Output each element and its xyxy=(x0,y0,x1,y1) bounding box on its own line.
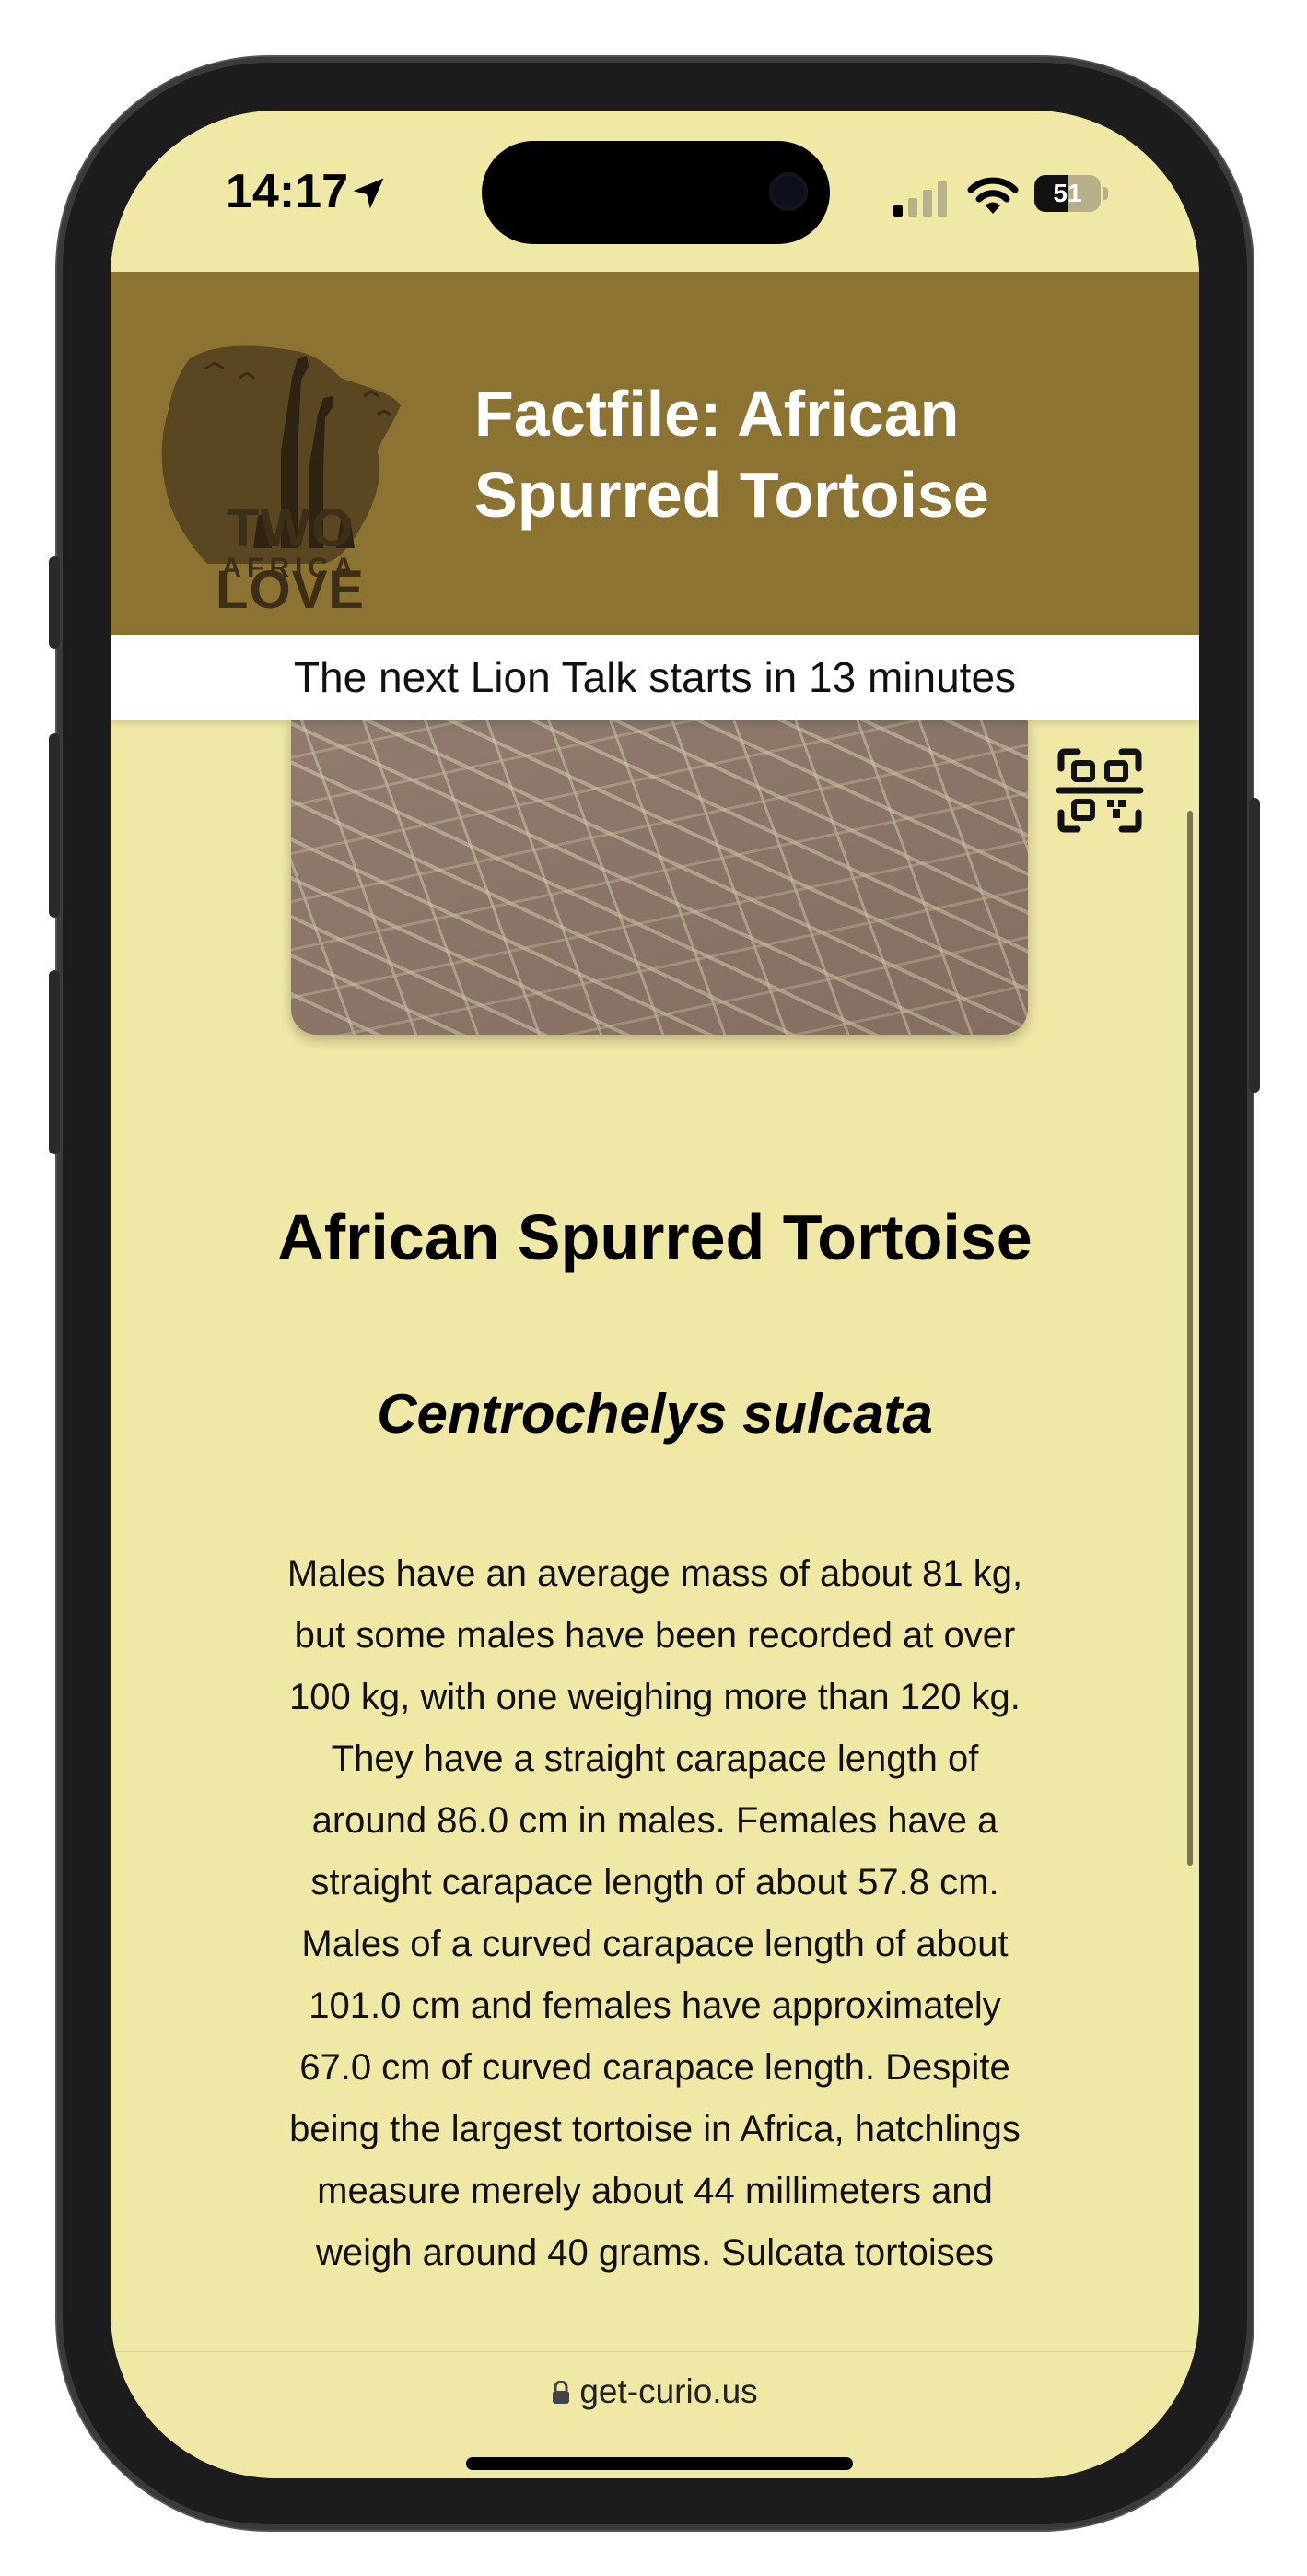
talk-countdown-banner: The next Lion Talk starts in 13 minutes xyxy=(111,635,1199,720)
status-time: 14:17 xyxy=(226,165,348,218)
camera-icon xyxy=(773,176,804,207)
scrollbar[interactable] xyxy=(1187,811,1193,1866)
status-bar: 14:17 51 xyxy=(111,111,1199,272)
volume-up-button xyxy=(49,733,60,918)
page-header: TWO LOVE AFRICA Factfile: African Spurre… xyxy=(111,272,1199,635)
battery-icon: 51 xyxy=(1034,175,1108,212)
volume-down-button xyxy=(49,970,60,1154)
animal-common-name: African Spurred Tortoise xyxy=(277,1201,1033,1273)
location-arrow-icon xyxy=(353,178,384,209)
animal-description: Males have an average mass of about 81 k… xyxy=(286,1553,1023,2273)
cellular-signal-icon xyxy=(893,181,947,217)
page-title: Factfile: African Spurred Tortoise xyxy=(474,378,989,531)
wifi-icon xyxy=(967,177,1019,214)
tortoise-photo xyxy=(291,720,1028,1035)
battery-percent: 51 xyxy=(1053,179,1082,207)
home-indicator[interactable] xyxy=(466,2457,853,2470)
two-love-africa-logo[interactable]: TWO LOVE AFRICA xyxy=(152,322,428,620)
url-display[interactable]: get-curio.us xyxy=(111,2372,1199,2411)
screen: 14:17 51 TWO LOVE AFRICA Factfile: Afric… xyxy=(111,111,1199,2478)
logo-subtext: AFRICA xyxy=(221,553,359,583)
animal-scientific-name: Centrochelys sulcata xyxy=(377,1383,933,1445)
power-button xyxy=(1249,798,1260,1093)
action-button xyxy=(49,556,60,649)
url-text: get-curio.us xyxy=(579,2372,758,2410)
lock-icon xyxy=(553,2381,570,2404)
dynamic-island xyxy=(482,141,830,244)
qr-code-icon[interactable] xyxy=(1056,746,1144,835)
